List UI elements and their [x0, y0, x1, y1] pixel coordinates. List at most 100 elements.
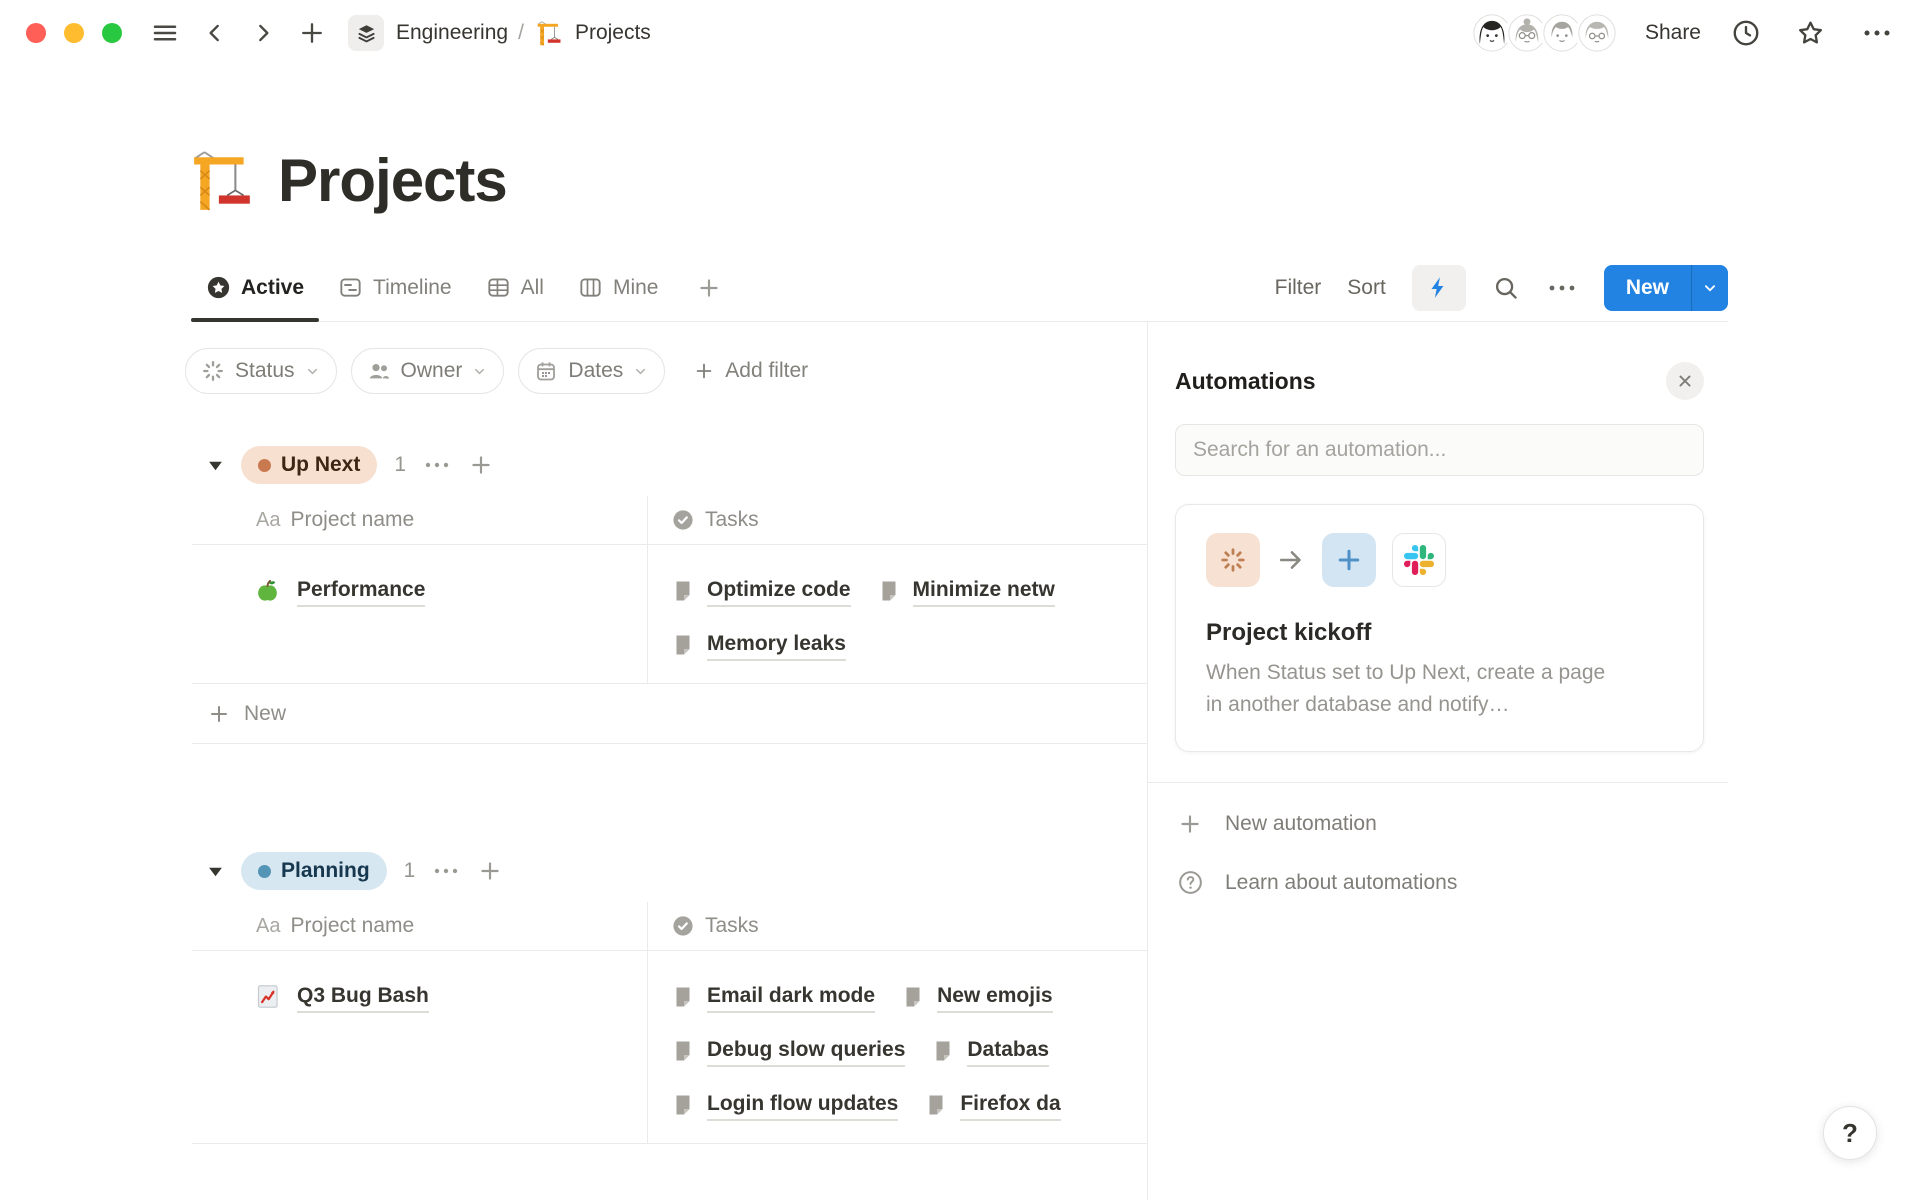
close-window-button[interactable]	[26, 23, 46, 43]
new-automation-button[interactable]: New automation	[1175, 811, 1704, 837]
table-view-icon	[486, 275, 511, 300]
project-page-link[interactable]: Performance	[297, 575, 425, 607]
status-dot	[258, 459, 271, 472]
filter-chip-owner[interactable]: Owner	[351, 348, 505, 394]
table-row: Q3 Bug Bash Email dark mode New emojis	[192, 950, 1147, 1144]
status-dot	[258, 865, 271, 878]
new-split-button: New	[1604, 265, 1728, 311]
filter-chip-status[interactable]: Status	[185, 348, 337, 394]
collapse-triangle-icon[interactable]	[207, 457, 224, 474]
forward-icon[interactable]	[250, 20, 276, 46]
plus-icon	[693, 360, 715, 382]
database-view: Status Owner Dates Add filter	[192, 322, 1147, 1144]
group-options-icon[interactable]	[432, 859, 460, 883]
page-icon	[671, 633, 695, 657]
zoom-window-button[interactable]	[102, 23, 122, 43]
new-row-button[interactable]: New	[192, 684, 1147, 744]
question-circle-icon	[1175, 869, 1205, 896]
checkmark-circle-icon	[671, 508, 695, 532]
text-property-icon: Aa	[256, 915, 280, 938]
add-view-icon[interactable]	[696, 275, 722, 301]
tab-mine[interactable]: Mine	[578, 254, 659, 321]
group-add-icon[interactable]	[468, 452, 494, 478]
arrow-right-icon	[1276, 545, 1306, 575]
new-button[interactable]: New	[1604, 265, 1691, 311]
view-options-icon[interactable]	[1546, 274, 1578, 302]
tab-timeline[interactable]: Timeline	[338, 254, 452, 321]
task-page-link[interactable]: Debug slow queries	[671, 1035, 905, 1067]
new-dropdown-icon[interactable]	[1691, 265, 1728, 311]
page-icon	[671, 1039, 695, 1063]
more-options-icon[interactable]	[1860, 18, 1894, 48]
group-status-pill[interactable]: Up Next	[241, 446, 377, 484]
breadcrumb-page[interactable]: Projects	[575, 21, 651, 45]
automation-card[interactable]: Project kickoff When Status set to Up Ne…	[1175, 504, 1704, 752]
sort-button[interactable]: Sort	[1347, 276, 1386, 300]
chart-increasing-icon	[254, 983, 281, 1010]
group-status-pill[interactable]: Planning	[241, 852, 387, 890]
breadcrumb-separator: /	[518, 21, 524, 45]
automation-title: Project kickoff	[1206, 619, 1673, 647]
column-header-tasks[interactable]: Tasks	[647, 914, 759, 938]
page-icon	[924, 1093, 948, 1117]
project-page-link[interactable]: Q3 Bug Bash	[297, 981, 429, 1013]
automations-bolt-icon[interactable]	[1412, 265, 1466, 311]
task-page-link[interactable]: Memory leaks	[671, 629, 846, 661]
column-header-project-name[interactable]: Aa Project name	[192, 508, 647, 532]
favorite-star-icon[interactable]	[1795, 18, 1826, 49]
help-button[interactable]: ?	[1823, 1106, 1877, 1160]
breadcrumb-workspace[interactable]: Engineering	[396, 21, 508, 45]
learn-about-automations-link[interactable]: Learn about automations	[1175, 869, 1704, 896]
group-options-icon[interactable]	[423, 453, 451, 477]
view-toolbar: Active Timeline All Mine Filter Sort	[192, 254, 1728, 322]
column-header-project-name[interactable]: Aa Project name	[192, 914, 647, 938]
page-icon	[877, 579, 901, 603]
task-page-link[interactable]: Minimize netw	[877, 575, 1055, 607]
task-page-link[interactable]: Email dark mode	[671, 981, 875, 1013]
group-count: 1	[394, 453, 406, 477]
timeline-view-icon	[338, 275, 363, 300]
chevron-down-icon	[472, 364, 487, 379]
filter-button[interactable]: Filter	[1275, 276, 1322, 300]
automation-search-input[interactable]	[1175, 424, 1704, 476]
group-up-next: Up Next 1 Aa Project name Tasks	[192, 446, 1147, 744]
status-trigger-icon	[1206, 533, 1260, 587]
task-page-link[interactable]: Firefox da	[924, 1089, 1060, 1121]
automation-description: When Status set to Up Next, create a pag…	[1206, 657, 1620, 721]
table-row: Performance Optimize code Minimize netw	[192, 544, 1147, 684]
close-icon[interactable]	[1666, 362, 1704, 400]
updates-clock-icon[interactable]	[1731, 18, 1761, 48]
avatar[interactable]	[1575, 11, 1619, 55]
add-filter-button[interactable]: Add filter	[693, 359, 808, 383]
page-icon	[931, 1039, 955, 1063]
collapse-triangle-icon[interactable]	[207, 863, 224, 880]
new-page-icon[interactable]	[298, 19, 326, 47]
window-controls	[26, 23, 122, 43]
collaborator-avatars	[1470, 11, 1619, 55]
share-button[interactable]: Share	[1645, 21, 1701, 45]
page-crane-icon[interactable]	[190, 148, 256, 214]
filter-chip-dates[interactable]: Dates	[518, 348, 665, 394]
task-page-link[interactable]: New emojis	[901, 981, 1053, 1013]
task-page-link[interactable]: Login flow updates	[671, 1089, 898, 1121]
task-page-link[interactable]: Databas	[931, 1035, 1049, 1067]
page-icon	[901, 985, 925, 1009]
people-icon	[367, 359, 391, 383]
slack-icon	[1392, 533, 1446, 587]
search-icon[interactable]	[1492, 274, 1520, 302]
create-page-action-icon	[1322, 533, 1376, 587]
page-icon	[671, 579, 695, 603]
task-page-link[interactable]: Optimize code	[671, 575, 851, 607]
page-title[interactable]: Projects	[278, 146, 507, 215]
minimize-window-button[interactable]	[64, 23, 84, 43]
column-header-tasks[interactable]: Tasks	[647, 508, 759, 532]
teamspace-icon[interactable]	[348, 15, 384, 51]
group-add-icon[interactable]	[477, 858, 503, 884]
text-property-icon: Aa	[256, 509, 280, 532]
group-count: 1	[404, 859, 416, 883]
sidebar-menu-icon[interactable]	[150, 18, 180, 48]
tab-all[interactable]: All	[486, 254, 544, 321]
back-icon[interactable]	[202, 20, 228, 46]
plus-icon	[207, 702, 231, 726]
tab-active[interactable]: Active	[206, 254, 304, 321]
